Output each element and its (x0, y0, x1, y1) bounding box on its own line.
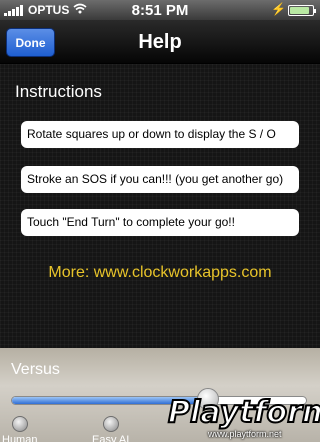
slider-stop-easy-ai[interactable] (103, 416, 119, 432)
help-content: Instructions Rotate squares up or down t… (0, 64, 320, 348)
battery-icon (288, 5, 316, 16)
watermark-logo: Playtform (167, 394, 320, 431)
option-label-human: Human (2, 434, 38, 442)
instruction-item: Rotate squares up or down to display the… (21, 121, 299, 148)
instruction-item: Touch "End Turn" to complete your go!! (21, 209, 299, 236)
slider-stop-human[interactable] (12, 416, 28, 432)
watermark-url: www.playtform.net (208, 429, 282, 439)
more-apps-link[interactable]: More: www.clockworkapps.com (0, 264, 320, 282)
battery-fill (290, 7, 309, 14)
page-title: Help (138, 31, 182, 53)
instructions-heading: Instructions (15, 82, 102, 101)
versus-label: Versus (11, 361, 60, 378)
watermark: Playtform www.playtform.net (160, 394, 320, 442)
instruction-item: Stroke an SOS if you can!!! (you get ano… (21, 166, 299, 193)
status-bar: OPTUS 8:51 PM ⚡ (0, 0, 320, 20)
option-label-easy-ai: Easy AI (92, 434, 130, 442)
navigation-bar: Done Help (0, 20, 320, 64)
charging-icon: ⚡ (271, 2, 286, 16)
